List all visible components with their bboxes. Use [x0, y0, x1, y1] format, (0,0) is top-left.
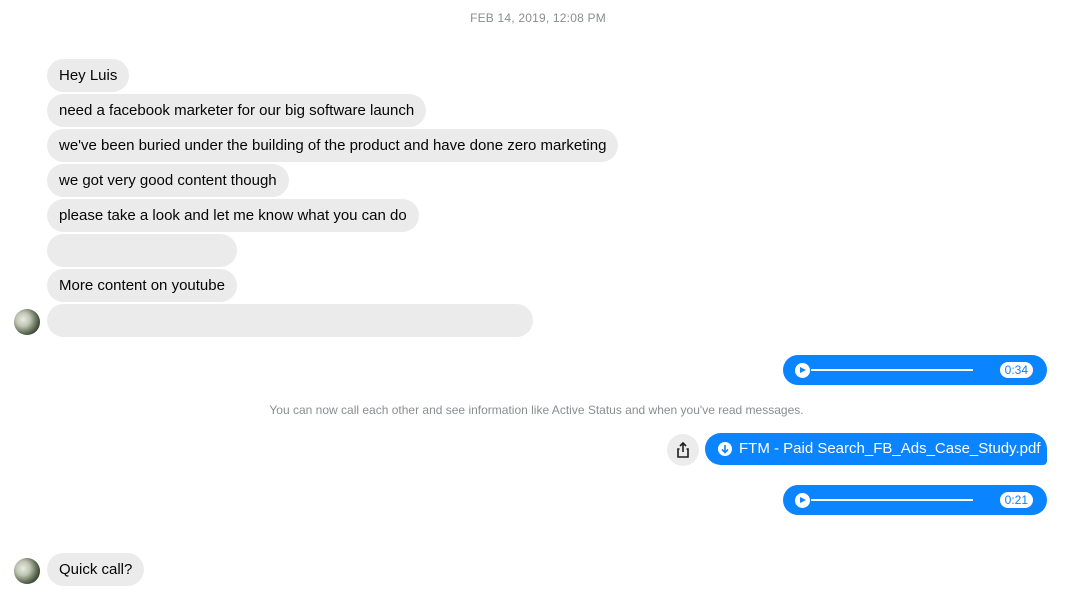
- audio-progress-track[interactable]: [811, 369, 973, 371]
- audio-message[interactable]: 0:21: [783, 485, 1047, 515]
- conversation-thread: FEB 14, 2019, 12:08 PM Hey Luis need a f…: [0, 0, 1076, 594]
- incoming-message[interactable]: Quick call?: [47, 553, 145, 586]
- incoming-message[interactable]: More content on youtube: [47, 269, 237, 302]
- file-attachment[interactable]: FTM - Paid Search_FB_Ads_Case_Study.pdf: [705, 433, 1047, 465]
- audio-message[interactable]: 0:34: [783, 355, 1047, 385]
- play-icon[interactable]: [795, 493, 810, 508]
- play-icon[interactable]: [795, 363, 810, 378]
- incoming-message[interactable]: we got very good content though: [47, 164, 289, 197]
- download-icon[interactable]: [718, 442, 732, 456]
- share-icon: [677, 441, 689, 458]
- audio-progress-track[interactable]: [811, 499, 973, 501]
- share-button[interactable]: [667, 434, 699, 466]
- incoming-message[interactable]: need a facebook marketer for our big sof…: [47, 94, 427, 127]
- incoming-link-preview-bubble[interactable]: [47, 304, 533, 337]
- sender-avatar[interactable]: [14, 558, 40, 584]
- sender-avatar[interactable]: [14, 309, 40, 335]
- incoming-message[interactable]: we've been buried under the building of …: [47, 129, 619, 162]
- active-status-notice: You can now call each other and see info…: [269, 403, 804, 417]
- incoming-message[interactable]: Hey Luis: [47, 59, 130, 92]
- conversation-timestamp: FEB 14, 2019, 12:08 PM: [470, 11, 606, 25]
- incoming-link-preview-bubble[interactable]: [47, 234, 237, 267]
- audio-duration: 0:34: [999, 362, 1033, 378]
- audio-duration: 0:21: [999, 492, 1033, 508]
- incoming-message[interactable]: please take a look and let me know what …: [47, 199, 419, 232]
- attachment-filename: FTM - Paid Search_FB_Ads_Case_Study.pdf: [739, 440, 1041, 457]
